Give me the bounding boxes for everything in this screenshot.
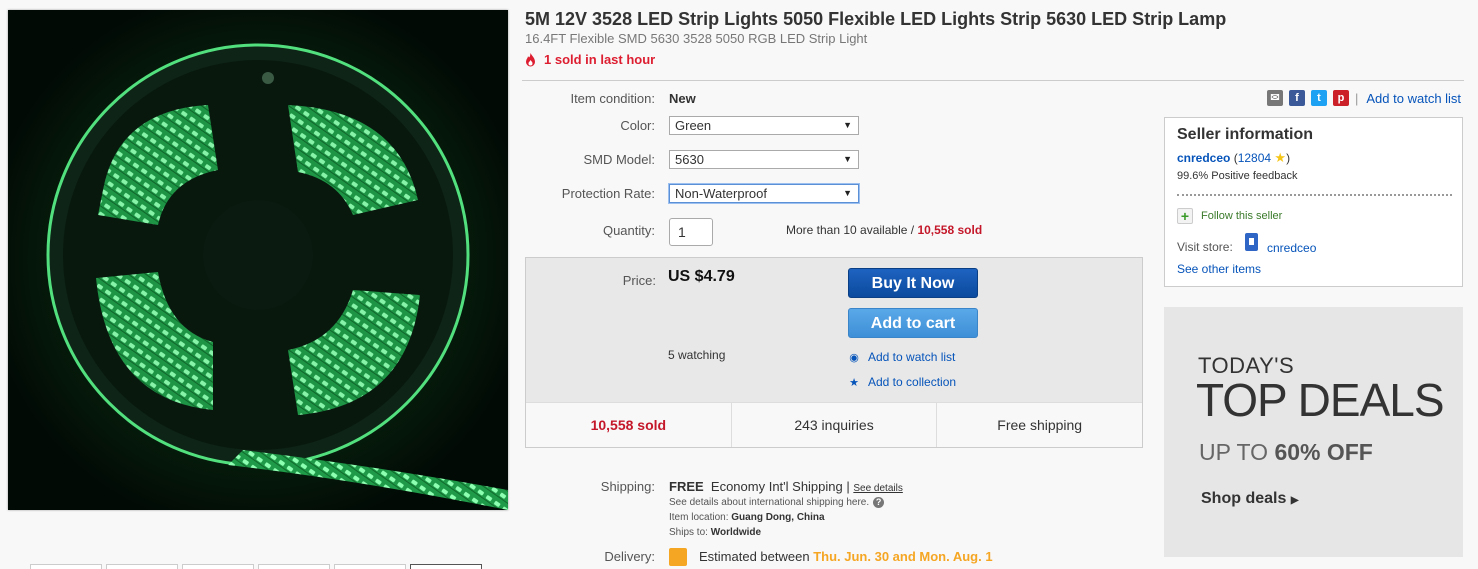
color-label: Color: (620, 118, 655, 133)
delivery-text: Estimated between (699, 549, 810, 564)
hotness-text: 1 sold in last hour (544, 52, 656, 67)
color-select[interactable]: Green ▼ (669, 116, 859, 135)
sold-count-link[interactable]: 10,558 sold (917, 223, 982, 237)
hotness-indicator: 1 sold in last hour (525, 52, 655, 67)
chevron-down-icon: ▼ (843, 154, 852, 164)
facebook-icon[interactable]: f (1289, 90, 1305, 106)
deals-discount-value: 60% OFF (1274, 439, 1373, 465)
fire-icon (526, 52, 535, 66)
watching-count: 5 watching (668, 348, 726, 362)
positive-feedback: 99.6% Positive feedback (1177, 170, 1298, 182)
smd-model-label: SMD Model: (583, 152, 655, 167)
protection-rate-select-value: Non-Waterproof (675, 186, 767, 201)
price-box: Price: US $4.79 Buy It Now Add to cart 5… (525, 257, 1143, 448)
deals-discount-prefix: UP TO (1199, 439, 1269, 465)
protection-rate-label: Protection Rate: (561, 186, 655, 201)
share-separator: | (1355, 90, 1359, 106)
seller-id-row: cnredceo (12804 ★) (1177, 150, 1291, 165)
seller-info-box: Seller information cnredceo (12804 ★) 99… (1164, 117, 1463, 287)
delivery-dates: Thu. Jun. 30 and Mon. Aug. 1 (813, 549, 993, 564)
protection-rate-select[interactable]: Non-Waterproof ▼ (669, 184, 859, 203)
top-deals-banner[interactable]: TODAY'S TOP DEALS UP TO 60% OFF Shop dea… (1164, 307, 1463, 557)
caret-right-icon: ▶ (1290, 495, 1299, 506)
delivery-flag-icon (669, 548, 687, 566)
delivery-estimate: Estimated between Thu. Jun. 30 and Mon. … (699, 549, 993, 564)
seller-name-link[interactable]: cnredceo (1177, 151, 1230, 165)
store-icon (1245, 233, 1258, 251)
delivery-label: Delivery: (604, 549, 655, 564)
thumbnail[interactable] (258, 564, 330, 569)
add-to-watch-list-link[interactable]: ◉ Add to watch list (848, 349, 955, 364)
sold-stat[interactable]: 10,558 sold (526, 403, 732, 447)
share-bar: ✉ f t p | Add to watch list (1267, 90, 1461, 106)
color-select-value: Green (675, 118, 712, 133)
condition-label: Item condition: (570, 91, 655, 106)
free-shipping-stat: Free shipping (997, 417, 1083, 433)
item-location-value: Guang Dong, China (731, 512, 825, 523)
chevron-down-icon: ▼ (843, 120, 852, 130)
available-text: More than 10 available / (786, 223, 915, 237)
shipping-method: Economy Int'l Shipping (710, 479, 843, 494)
shipping-free: FREE (669, 479, 704, 494)
deals-discount: UP TO 60% OFF (1199, 439, 1373, 466)
led-reel-image (8, 10, 508, 510)
thumbnail[interactable] (182, 564, 254, 569)
intl-shipping-note: See details about international shipping… (669, 497, 885, 508)
see-details-link[interactable]: See details (853, 483, 902, 494)
shipping-label: Shipping: (600, 479, 655, 494)
star-icon: ★ (849, 377, 859, 389)
thumbnail-strip (30, 564, 490, 569)
item-subtitle: 16.4FT Flexible SMD 5630 3528 5050 RGB L… (525, 31, 868, 46)
feedback-star-icon: ★ (1274, 150, 1287, 165)
thumbnail[interactable] (30, 564, 102, 569)
add-to-collection-text: Add to collection (868, 375, 957, 389)
deals-headline: TOP DEALS (1196, 374, 1445, 426)
follow-seller-link[interactable]: Follow this seller (1201, 210, 1282, 222)
divider (522, 80, 1464, 81)
twitter-icon[interactable]: t (1311, 90, 1327, 106)
price-label: Price: (622, 273, 656, 288)
add-to-watch-list-text: Add to watch list (868, 350, 956, 364)
price-value: US $4.79 (668, 268, 735, 285)
listing-page: 5M 12V 3528 LED Strip Lights 5050 Flexib… (0, 0, 1478, 569)
smd-model-select-value: 5630 (675, 152, 704, 167)
thumbnail[interactable] (334, 564, 406, 569)
item-location-label: Item location: (669, 512, 729, 523)
store-name-link[interactable]: cnredceo (1267, 241, 1316, 255)
eye-icon: ◉ (849, 352, 859, 364)
quantity-input[interactable]: 1 (669, 218, 713, 246)
help-icon[interactable]: ? (873, 497, 885, 508)
pinterest-icon[interactable]: p (1333, 90, 1349, 106)
shop-deals-text: Shop deals (1201, 490, 1287, 507)
follow-plus-icon[interactable]: + (1177, 208, 1193, 224)
shipping-summary: FREE Economy Int'l Shipping | See detail… (669, 479, 903, 494)
condition-value: New (669, 91, 696, 106)
chevron-down-icon: ▼ (843, 188, 852, 198)
see-other-items-link[interactable]: See other items (1177, 262, 1261, 276)
buy-it-now-button[interactable]: Buy It Now (848, 268, 978, 298)
feedback-score-link[interactable]: 12804 (1238, 151, 1271, 165)
add-to-cart-button[interactable]: Add to cart (848, 308, 978, 338)
smd-model-select[interactable]: 5630 ▼ (669, 150, 859, 169)
seller-divider (1177, 194, 1452, 196)
header-add-to-watch-list-link[interactable]: Add to watch list (1366, 91, 1461, 106)
inquiries-stat[interactable]: 243 inquiries (732, 403, 938, 447)
ships-to-value: Worldwide (710, 527, 762, 538)
thumbnail[interactable] (106, 564, 178, 569)
thumbnail-selected[interactable] (410, 564, 482, 569)
email-icon[interactable]: ✉ (1267, 90, 1283, 106)
item-title: 5M 12V 3528 LED Strip Lights 5050 Flexib… (525, 9, 1227, 29)
ships-to: Ships to: Worldwide (669, 527, 761, 538)
shop-deals-link[interactable]: Shop deals ▶ (1201, 490, 1299, 508)
item-location: Item location: Guang Dong, China (669, 512, 825, 523)
add-to-collection-link[interactable]: ★ Add to collection (848, 374, 956, 389)
seller-heading: Seller information (1177, 126, 1314, 143)
availability: More than 10 available / 10,558 sold (786, 223, 982, 237)
item-stats: 10,558 sold 243 inquiries Free shipping (526, 402, 1142, 447)
intl-shipping-text: See details about international shipping… (669, 497, 870, 508)
visit-store-label: Visit store: (1177, 240, 1233, 254)
product-image[interactable] (8, 10, 508, 510)
quantity-label: Quantity: (602, 223, 655, 238)
ships-to-label: Ships to: (669, 527, 708, 538)
